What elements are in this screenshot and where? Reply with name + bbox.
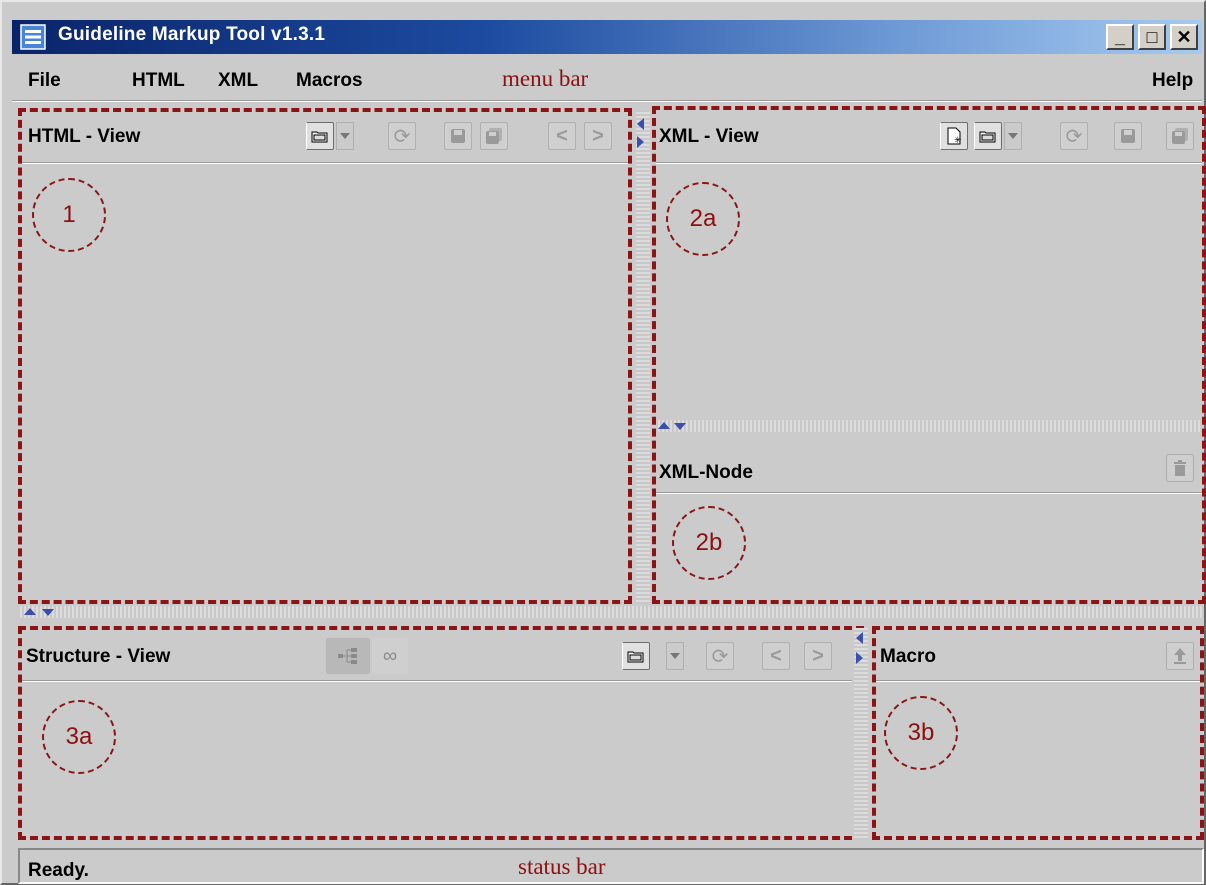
menu-file[interactable]: File xyxy=(28,70,61,92)
trash-icon xyxy=(1174,460,1186,476)
menu-html[interactable]: HTML xyxy=(132,70,185,92)
refresh-icon: ⟳ xyxy=(393,125,411,148)
html-save-button[interactable] xyxy=(444,122,472,150)
folder-open-icon xyxy=(979,131,996,143)
structure-view-header-line xyxy=(22,680,852,682)
structure-tree-button[interactable] xyxy=(326,638,370,674)
xml-save-as-button[interactable] xyxy=(1166,122,1194,150)
save-as-icon xyxy=(1172,128,1188,144)
macro-title: Macro xyxy=(880,646,936,667)
maximize-icon: □ xyxy=(1146,27,1158,47)
menu-macros[interactable]: Macros xyxy=(296,70,363,92)
app-icon[interactable] xyxy=(20,24,46,50)
status-bar-annotation: status bar xyxy=(518,854,606,879)
xml-node-marker: 2b xyxy=(672,506,746,580)
structure-forward-button[interactable]: > xyxy=(804,642,832,670)
xml-refresh-button[interactable]: ⟳ xyxy=(1060,122,1088,150)
xml-node-header-line xyxy=(656,492,1202,494)
html-open-button[interactable] xyxy=(306,122,334,150)
html-back-button[interactable]: < xyxy=(548,122,576,150)
new-document-icon: ✳ xyxy=(947,127,962,145)
refresh-icon: ⟳ xyxy=(711,645,729,668)
back-icon: < xyxy=(770,644,782,667)
menu-divider xyxy=(12,100,1202,102)
save-icon xyxy=(1121,129,1135,143)
xml-view-header-line xyxy=(656,162,1202,164)
html-refresh-button[interactable]: ⟳ xyxy=(388,122,416,150)
macro-header-line xyxy=(876,680,1200,682)
back-icon: < xyxy=(556,124,568,147)
upload-icon xyxy=(1174,648,1186,664)
structure-open-dropdown[interactable] xyxy=(666,642,684,670)
xml-new-button[interactable]: ✳ xyxy=(940,122,968,150)
html-open-dropdown[interactable] xyxy=(336,122,354,150)
window-title: Guideline Markup Tool v1.3.1 xyxy=(58,24,326,45)
html-save-as-button[interactable] xyxy=(480,122,508,150)
close-button[interactable]: ✕ xyxy=(1170,24,1198,50)
status-text: Ready. xyxy=(28,860,89,881)
structure-view-marker: 3a xyxy=(42,700,116,774)
collapse-left-icon[interactable] xyxy=(856,632,863,644)
folder-open-icon xyxy=(627,651,644,663)
folder-open-icon xyxy=(311,131,328,143)
xml-save-button[interactable] xyxy=(1114,122,1142,150)
xml-open-button[interactable] xyxy=(974,122,1002,150)
save-as-icon xyxy=(486,128,502,144)
top-vertical-splitter[interactable] xyxy=(636,110,650,604)
html-view-marker: 1 xyxy=(32,178,106,252)
xml-node-title: XML-Node xyxy=(659,462,753,483)
expand-up-icon[interactable] xyxy=(24,608,36,615)
menu-help[interactable]: Help xyxy=(1152,70,1193,92)
forward-icon: > xyxy=(592,124,604,147)
forward-icon: > xyxy=(812,644,824,667)
xml-open-dropdown[interactable] xyxy=(1004,122,1022,150)
collapse-right-icon[interactable] xyxy=(637,136,644,148)
maximize-button[interactable]: □ xyxy=(1138,24,1166,50)
structure-refresh-button[interactable]: ⟳ xyxy=(706,642,734,670)
svg-text:✳: ✳ xyxy=(954,135,962,145)
structure-back-button[interactable]: < xyxy=(762,642,790,670)
menu-bar-annotation: menu bar xyxy=(502,66,589,91)
close-icon: ✕ xyxy=(1176,27,1192,47)
refresh-icon: ⟳ xyxy=(1065,125,1083,148)
menu-xml[interactable]: XML xyxy=(218,70,258,92)
dropdown-icon xyxy=(340,133,350,139)
html-view-panel xyxy=(18,108,632,604)
application-window: Guideline Markup Tool v1.3.1 _ □ ✕ File … xyxy=(0,0,1206,885)
binoculars-icon: ∞ xyxy=(382,644,398,667)
xml-node-delete-button[interactable] xyxy=(1166,454,1194,482)
save-icon xyxy=(451,129,465,143)
collapse-left-icon[interactable] xyxy=(637,118,644,130)
structure-open-button[interactable] xyxy=(622,642,650,670)
macro-upload-button[interactable] xyxy=(1166,642,1194,670)
expand-up-icon[interactable] xyxy=(658,422,670,429)
dropdown-icon xyxy=(670,653,680,659)
structure-view-title: Structure - View xyxy=(26,646,171,667)
collapse-right-icon[interactable] xyxy=(856,652,863,664)
html-view-header-line xyxy=(22,162,628,164)
structure-find-button[interactable]: ∞ xyxy=(372,638,408,674)
html-forward-button[interactable]: > xyxy=(584,122,612,150)
tree-icon xyxy=(338,648,357,664)
dropdown-icon xyxy=(1008,133,1018,139)
html-view-title: HTML - View xyxy=(28,126,141,147)
minimize-button[interactable]: _ xyxy=(1106,24,1134,50)
main-horizontal-splitter[interactable] xyxy=(18,606,1204,618)
xml-view-marker: 2a xyxy=(666,182,740,256)
xml-inner-splitter[interactable] xyxy=(656,420,1202,432)
minimize-icon: _ xyxy=(1114,27,1125,47)
macro-marker: 3b xyxy=(884,696,958,770)
expand-down-icon[interactable] xyxy=(674,423,686,430)
expand-down-icon[interactable] xyxy=(42,609,54,616)
status-bar xyxy=(18,848,1204,884)
xml-view-title: XML - View xyxy=(659,126,759,147)
